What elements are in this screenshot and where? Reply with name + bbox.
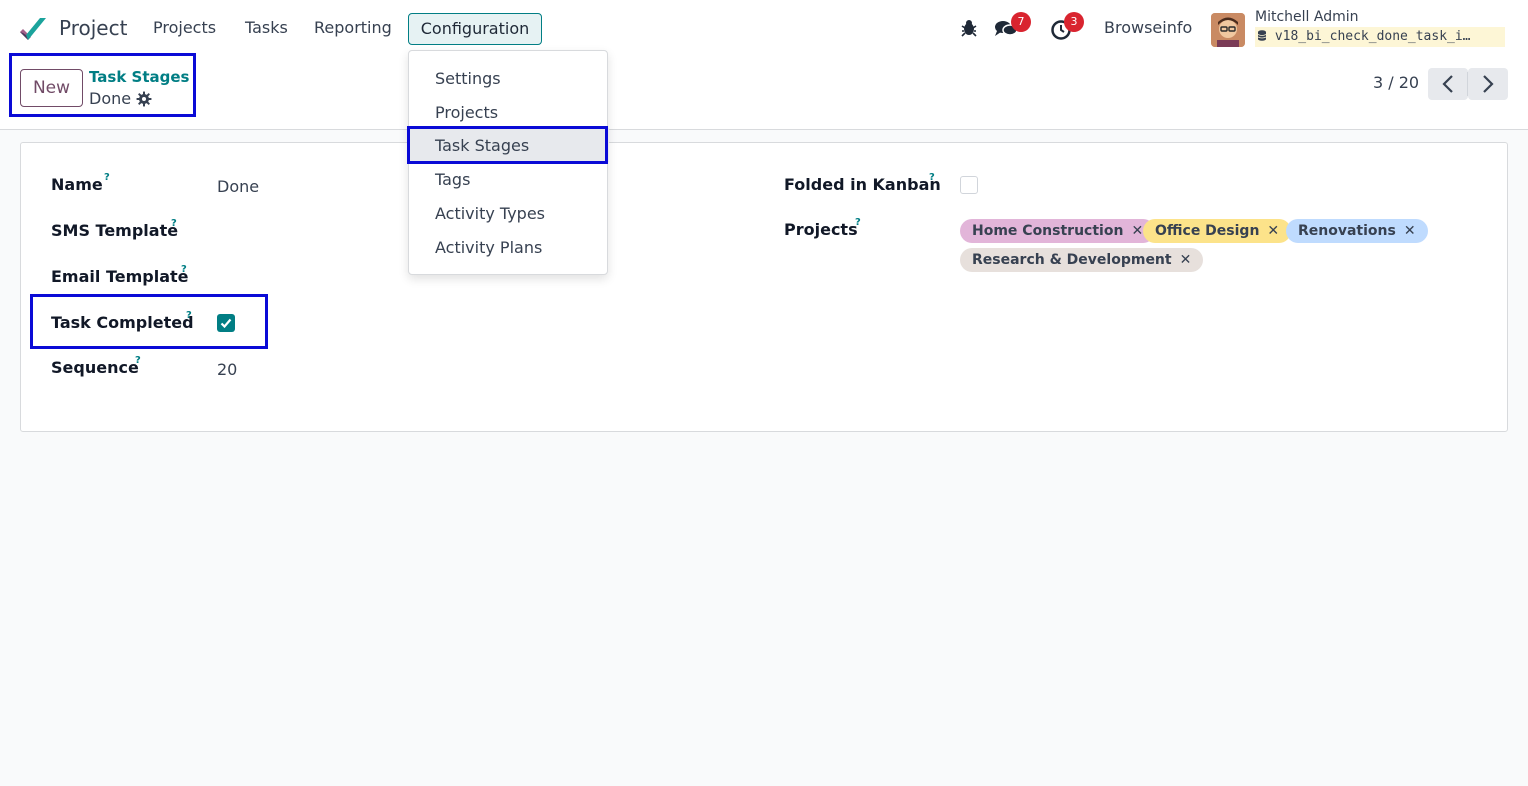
sequence-field[interactable]: 20: [217, 360, 237, 379]
sequence-help-tooltip[interactable]: ?: [135, 355, 141, 366]
project-tag-label: Research & Development: [972, 252, 1172, 268]
new-button[interactable]: New: [20, 69, 83, 107]
dropdown-item-tags[interactable]: Tags: [435, 170, 470, 189]
control-panel: [0, 56, 1528, 130]
remove-tag-icon[interactable]: ✕: [1131, 223, 1143, 239]
chevron-right-icon: [1483, 75, 1494, 93]
folded-in-kanban-help-tooltip[interactable]: ?: [929, 172, 935, 183]
gear-icon[interactable]: [136, 91, 152, 107]
menu-reporting[interactable]: Reporting: [314, 18, 392, 37]
company-switcher[interactable]: Browseinfo: [1104, 18, 1192, 37]
folded-in-kanban-checkbox[interactable]: [960, 176, 978, 194]
menu-configuration[interactable]: Configuration: [408, 13, 542, 45]
project-tag-label: Office Design: [1155, 223, 1260, 239]
breadcrumb-task-stages[interactable]: Task Stages: [89, 68, 189, 86]
database-name: v18_bi_check_done_task_i…: [1255, 27, 1505, 47]
dropdown-item-settings[interactable]: Settings: [435, 69, 501, 88]
email-template-help-tooltip[interactable]: ?: [181, 264, 187, 275]
projects-label: Projects: [784, 220, 858, 239]
sms-template-label: SMS Template: [51, 221, 179, 240]
dropdown-item-activity-types[interactable]: Activity Types: [435, 204, 545, 223]
pager-counter[interactable]: 3 / 20: [1373, 73, 1419, 92]
pager-divider: [1467, 72, 1468, 96]
name-help-tooltip[interactable]: ?: [104, 172, 110, 183]
project-tag: Home Construction ✕: [960, 219, 1156, 243]
menu-tasks[interactable]: Tasks: [245, 18, 288, 37]
menu-projects[interactable]: Projects: [153, 18, 216, 37]
remove-tag-icon[interactable]: ✕: [1404, 223, 1416, 239]
sms-template-help-tooltip[interactable]: ?: [171, 218, 177, 229]
project-tag: Office Design ✕: [1143, 219, 1292, 243]
dropdown-item-activity-plans[interactable]: Activity Plans: [435, 238, 542, 257]
chevron-left-icon: [1442, 75, 1453, 93]
project-tag-label: Renovations: [1298, 223, 1396, 239]
dropdown-item-projects[interactable]: Projects: [435, 103, 498, 122]
name-label: Name: [51, 175, 103, 194]
email-template-label: Email Template: [51, 267, 189, 286]
project-app-logo-icon[interactable]: [18, 14, 48, 44]
name-field[interactable]: Done: [217, 177, 259, 196]
project-tag: Research & Development ✕: [960, 248, 1204, 272]
top-navbar: Project Projects Tasks Reporting Configu…: [0, 0, 1528, 56]
remove-tag-icon[interactable]: ✕: [1180, 252, 1192, 268]
messages-badge: 7: [1011, 12, 1031, 32]
database-icon: [1257, 30, 1267, 41]
project-tag: Renovations ✕: [1286, 219, 1428, 243]
pager-previous-button[interactable]: [1428, 68, 1468, 100]
app-name[interactable]: Project: [59, 16, 127, 40]
folded-in-kanban-label: Folded in Kanban: [784, 175, 941, 194]
projects-help-tooltip[interactable]: ?: [855, 217, 861, 228]
annotation-highlight-task-completed: [30, 294, 268, 349]
annotation-highlight-task-stages-menu: [407, 126, 608, 164]
sequence-label: Sequence: [51, 358, 139, 377]
user-name[interactable]: Mitchell Admin: [1255, 9, 1359, 25]
activities-badge: 3: [1064, 12, 1084, 32]
user-avatar[interactable]: [1211, 13, 1245, 47]
pager-next-button[interactable]: [1468, 68, 1508, 100]
database-name-text: v18_bi_check_done_task_i…: [1274, 29, 1471, 44]
remove-tag-icon[interactable]: ✕: [1267, 223, 1279, 239]
project-tag-label: Home Construction: [972, 223, 1124, 239]
breadcrumb-current-record: Done: [89, 89, 132, 108]
debug-bug-icon[interactable]: [959, 18, 979, 38]
